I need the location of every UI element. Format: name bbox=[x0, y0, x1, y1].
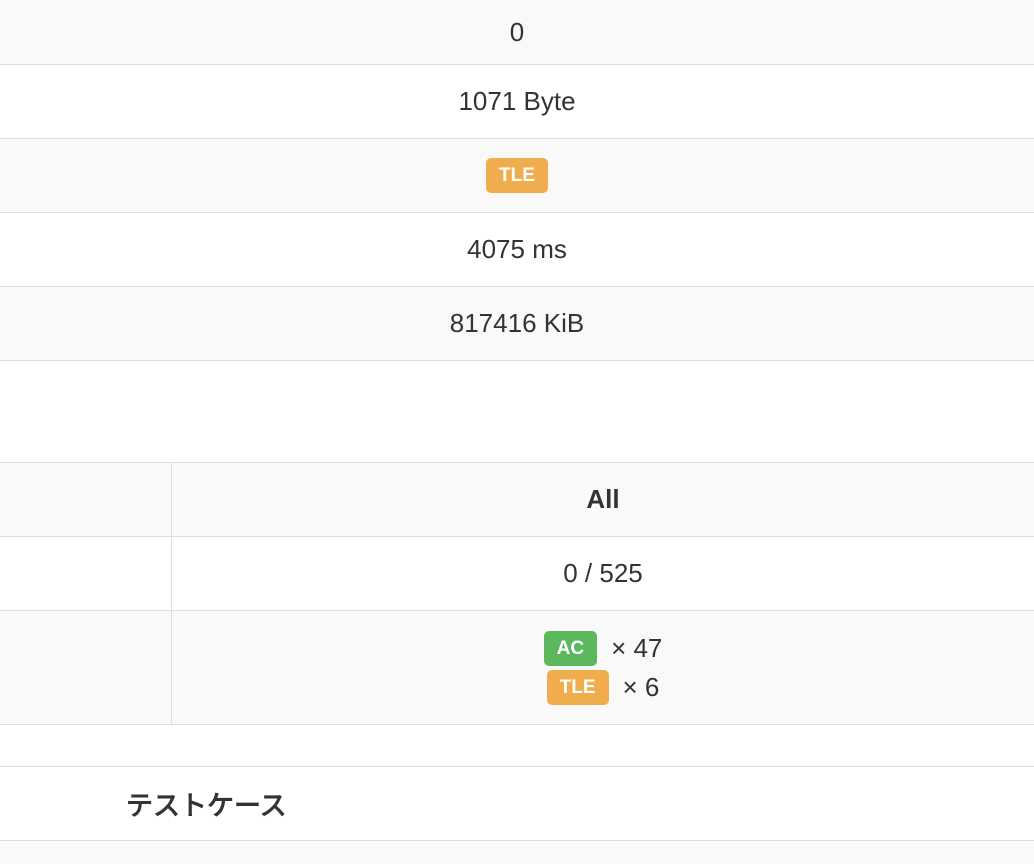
ac-badge: AC bbox=[543, 630, 598, 666]
detail-row-exec-time: 4075 ms bbox=[0, 213, 1034, 287]
detail-row-score: 0 bbox=[0, 0, 1034, 65]
detail-row-status: TLE bbox=[0, 139, 1034, 213]
summary-results-cell: AC × 47 TLE × 6 bbox=[172, 611, 1034, 724]
tle-badge: TLE bbox=[546, 669, 609, 705]
testcase-section-header: テストケース bbox=[0, 766, 1034, 841]
testcase-table-start bbox=[0, 841, 1034, 864]
status-badge: TLE bbox=[486, 158, 548, 193]
tle-count: × 6 bbox=[622, 671, 660, 702]
summary-label-cell bbox=[0, 537, 172, 610]
submission-page: 0 1071 Byte TLE 4075 ms 817416 KiB All 0… bbox=[0, 0, 1034, 864]
result-line-ac: AC × 47 bbox=[543, 630, 663, 666]
summary-column-header: All bbox=[586, 484, 620, 514]
summary-score-row: 0 / 525 bbox=[0, 537, 1034, 611]
exec-time-value: 4075 ms bbox=[467, 234, 567, 264]
submission-detail-table: 0 1071 Byte TLE 4075 ms 817416 KiB bbox=[0, 0, 1034, 361]
summary-header-row: All bbox=[0, 463, 1034, 537]
memory-value: 817416 KiB bbox=[449, 308, 585, 338]
result-line-tle: TLE × 6 bbox=[546, 669, 660, 705]
summary-label-cell bbox=[0, 463, 172, 536]
summary-score-value: 0 / 525 bbox=[563, 558, 643, 588]
judge-summary-table: All 0 / 525 AC × 47 TLE × 6 bbox=[0, 462, 1034, 725]
ac-count: × 47 bbox=[611, 632, 663, 663]
result-list: AC × 47 TLE × 6 bbox=[543, 630, 663, 705]
code-size-value: 1071 Byte bbox=[458, 86, 576, 116]
detail-score-value: 0 bbox=[509, 16, 525, 47]
summary-results-row: AC × 47 TLE × 6 bbox=[0, 611, 1034, 725]
detail-row-memory: 817416 KiB bbox=[0, 287, 1034, 361]
testcase-title: テストケース bbox=[126, 791, 287, 822]
summary-label-cell bbox=[0, 611, 172, 724]
detail-row-code-size: 1071 Byte bbox=[0, 65, 1034, 139]
